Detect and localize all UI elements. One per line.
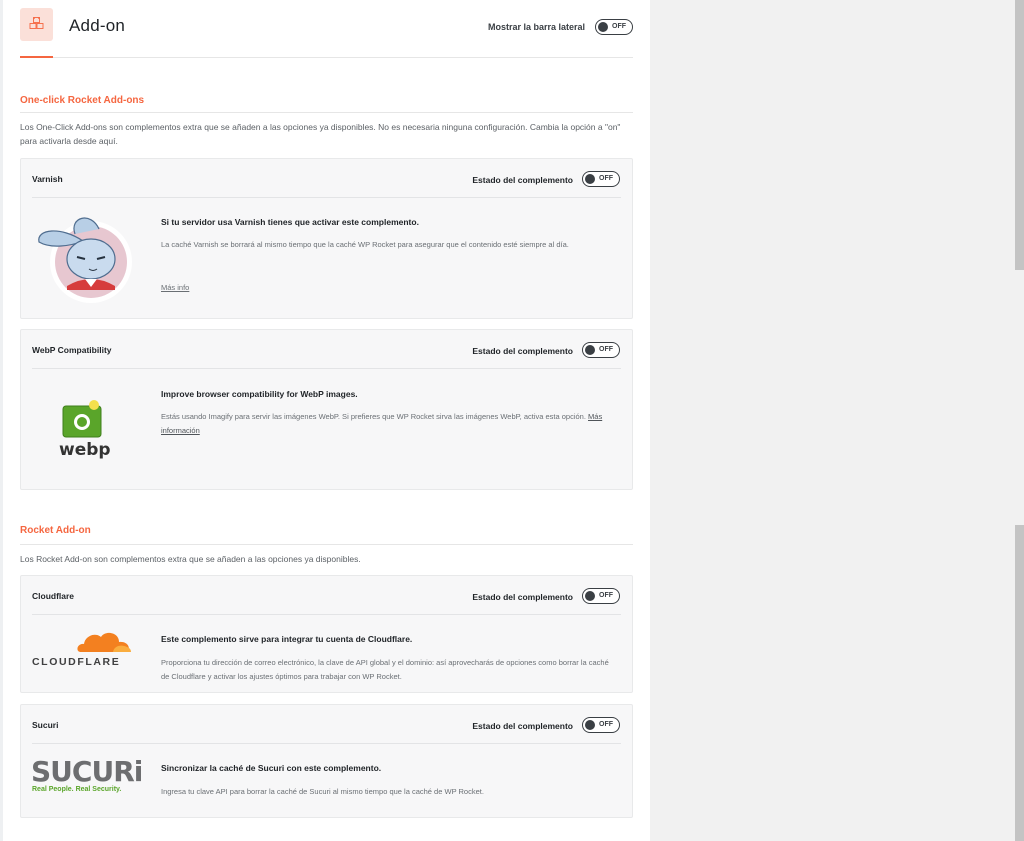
left-edge (0, 0, 3, 841)
sucuri-heading: Sincronizar la caché de Sucuri con este … (161, 763, 382, 773)
varnish-rabbit-logo (31, 209, 136, 309)
sucuri-toggle[interactable]: OFF (582, 717, 620, 733)
section-divider (20, 544, 633, 545)
varnish-more-info-link[interactable]: Más info (161, 283, 189, 292)
toggle-knob (598, 22, 608, 32)
card-divider (32, 614, 621, 615)
cloudflare-logo: CLOUDFLARE (31, 628, 141, 670)
main-content: Add-on Mostrar la barra lateral OFF One-… (0, 0, 650, 841)
varnish-card-name: Varnish (32, 174, 63, 184)
one-click-section-description: Los One-Click Add-ons son complementos e… (20, 122, 621, 146)
rocket-section-title: Rocket Add-on (20, 525, 91, 536)
sucuri-card: Sucuri Estado del complemento OFF SUCURi… (20, 704, 633, 818)
cloudflare-logo-text: CLOUDFLARE (32, 656, 121, 668)
sucuri-logo: SUCURi Real People. Real Security. (31, 755, 143, 801)
card-divider (32, 743, 621, 744)
cloudflare-card: Cloudflare Estado del complemento OFF CL… (20, 575, 633, 693)
one-click-section-title: One-click Rocket Add-ons (20, 95, 145, 106)
cloudflare-toggle[interactable]: OFF (582, 588, 620, 604)
varnish-heading: Si tu servidor usa Varnish tienes que ac… (161, 217, 419, 227)
page-header: Add-on Mostrar la barra lateral OFF (20, 8, 633, 58)
right-panel (650, 0, 1024, 841)
cloudflare-description: Proporciona tu dirección de correo elect… (161, 658, 609, 681)
toggle-knob (585, 174, 595, 184)
card-divider (32, 197, 621, 198)
toggle-state: OFF (612, 23, 626, 30)
section-divider (20, 112, 633, 113)
webp-toggle[interactable]: OFF (582, 342, 620, 358)
sidebar-toggle[interactable]: OFF (595, 19, 633, 35)
sucuri-description: Ingresa tu clave API para borrar la cach… (161, 787, 484, 796)
sucuri-logo-text: SUCURi (31, 755, 143, 788)
toggle-state: OFF (599, 346, 613, 353)
webp-card-name: WebP Compatibility (32, 345, 112, 355)
toggle-knob (585, 345, 595, 355)
webp-description: Estás usando Imagify para servir las imá… (161, 410, 616, 438)
varnish-status-label: Estado del complemento (472, 175, 573, 185)
webp-card: WebP Compatibility Estado del complement… (20, 329, 633, 490)
sidebar-toggle-label: Mostrar la barra lateral (487, 22, 585, 32)
page-title: Add-on (69, 16, 126, 35)
toggle-knob (585, 720, 595, 730)
sucuri-status-label: Estado del complemento (472, 721, 573, 731)
sucuri-card-name: Sucuri (32, 720, 59, 730)
card-divider (32, 368, 621, 369)
varnish-description: La caché Varnish se borrará al mismo tie… (161, 240, 569, 249)
webp-status-label: Estado del complemento (472, 346, 573, 356)
webp-logo: webp (59, 400, 111, 460)
varnish-card: Varnish Estado del complemento OFF Si tu… (20, 158, 633, 319)
webp-description-text: Estás usando Imagify para servir las imá… (161, 412, 586, 421)
webp-logo-text: webp (59, 440, 111, 460)
cloudflare-status-label: Estado del complemento (472, 592, 573, 602)
active-tab-underline (20, 56, 53, 58)
toggle-state: OFF (599, 592, 613, 599)
scrollbar-thumb[interactable] (1015, 525, 1024, 841)
toggle-state: OFF (599, 721, 613, 728)
scrollbar-thumb[interactable] (1015, 0, 1024, 270)
sucuri-logo-tagline: Real People. Real Security. (32, 786, 122, 793)
varnish-toggle[interactable]: OFF (582, 171, 620, 187)
toggle-state: OFF (599, 175, 613, 182)
rocket-section-description: Los Rocket Add-on son complementos extra… (20, 554, 361, 564)
addon-cubes-icon (20, 8, 53, 41)
cloudflare-heading: Este complemento sirve para integrar tu … (161, 634, 413, 644)
webp-heading: Improve browser compatibility for WebP i… (161, 389, 358, 399)
toggle-knob (585, 591, 595, 601)
cloudflare-card-name: Cloudflare (32, 591, 75, 601)
